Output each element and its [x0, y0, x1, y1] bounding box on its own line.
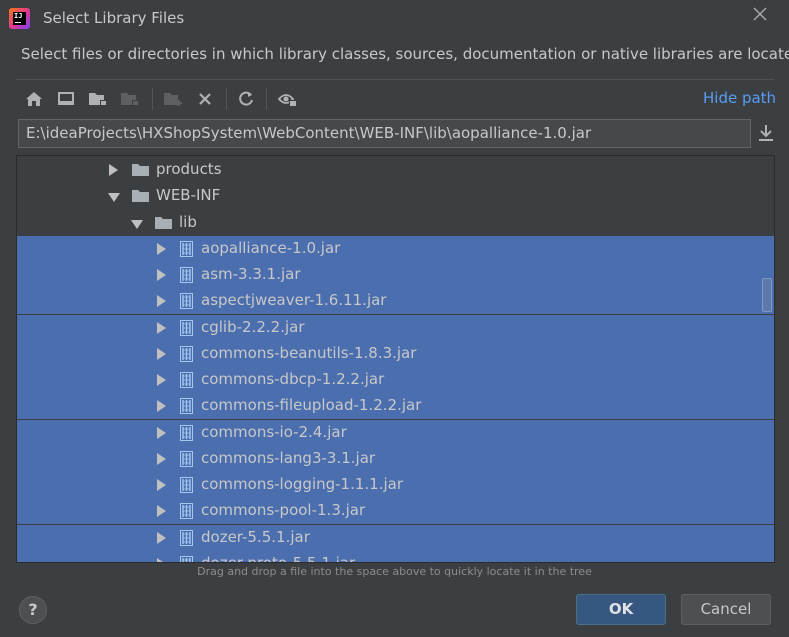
- path-input[interactable]: E:\ideaProjects\HXShopSystem\WebContent\…: [18, 119, 751, 148]
- expand-arrow-right-icon[interactable]: [155, 294, 169, 308]
- desktop-icon[interactable]: [53, 86, 79, 112]
- tree-jar-row[interactable]: asm-3.3.1.jar: [17, 262, 774, 288]
- tree-item-label: products: [156, 160, 222, 178]
- tree-folder-row[interactable]: lib: [17, 210, 774, 236]
- expand-arrow-right-icon[interactable]: [155, 478, 169, 492]
- tree-item-label: cglib-2.2.2.jar: [201, 317, 305, 336]
- expand-arrow-right-icon[interactable]: [155, 531, 169, 545]
- expand-arrow-down-icon[interactable]: [107, 189, 121, 203]
- show-hidden-icon[interactable]: [275, 86, 301, 112]
- tree-jar-row[interactable]: commons-io-2.4.jar: [17, 419, 774, 446]
- tree-item-label: commons-io-2.4.jar: [201, 422, 347, 441]
- divider: [16, 79, 774, 80]
- title-bar: IJ Select Library Files: [0, 0, 789, 37]
- tree-item-label: commons-fileupload-1.2.2.jar: [201, 396, 422, 415]
- expand-arrow-right-icon[interactable]: [155, 347, 169, 361]
- jar-icon: [180, 503, 193, 520]
- folder-icon: [132, 189, 150, 203]
- dialog-description: Select files or directories in which lib…: [21, 45, 789, 63]
- tree-jar-row[interactable]: commons-logging-1.1.1.jar: [17, 472, 774, 498]
- tree-jar-row[interactable]: commons-pool-1.3.jar: [17, 498, 774, 525]
- expand-arrow-right-icon[interactable]: [107, 163, 121, 177]
- refresh-icon[interactable]: [233, 86, 259, 112]
- expand-arrow-right-icon[interactable]: [155, 504, 169, 518]
- ok-button[interactable]: OK: [576, 594, 666, 625]
- tree-folder-row[interactable]: WEB-INF: [17, 183, 774, 209]
- toolbar-separator: [266, 88, 267, 110]
- drag-drop-hint: Drag and drop a file into the space abov…: [197, 565, 592, 578]
- tree-scrollbar-thumb[interactable]: [762, 278, 772, 312]
- expand-arrow-right-icon[interactable]: [155, 399, 169, 413]
- new-folder-icon[interactable]: [160, 86, 186, 112]
- expand-arrow-right-icon[interactable]: [155, 268, 169, 282]
- file-tree[interactable]: products WEB-INF lib aopalliance-1.0.jar asm…: [16, 155, 775, 563]
- tree-item-label: lib: [179, 212, 197, 231]
- tree-item-label: WEB-INF: [156, 186, 221, 205]
- jar-icon: [180, 267, 193, 283]
- cancel-button[interactable]: Cancel: [681, 594, 771, 625]
- toolbar-separator: [152, 88, 153, 110]
- file-chooser-toolbar: [20, 86, 780, 112]
- jar-icon: [180, 477, 193, 493]
- module-folder-icon[interactable]: [117, 86, 143, 112]
- folder-icon: [132, 163, 150, 177]
- folder-icon: [155, 216, 173, 230]
- hide-path-link[interactable]: Hide path: [703, 89, 776, 107]
- download-icon[interactable]: [755, 122, 777, 144]
- tree-item-label: commons-beanutils-1.8.3.jar: [201, 343, 417, 362]
- tree-jar-row[interactable]: aspectjweaver-1.6.11.jar: [17, 288, 774, 315]
- toolbar-separator: [226, 88, 227, 110]
- tree-item-label: commons-pool-1.3.jar: [201, 501, 366, 520]
- tree-jar-row[interactable]: commons-lang3-3.1.jar: [17, 445, 774, 472]
- jar-icon: [180, 293, 193, 310]
- home-icon[interactable]: [21, 86, 47, 112]
- expand-arrow-right-icon[interactable]: [155, 321, 169, 335]
- tree-jar-row[interactable]: commons-beanutils-1.8.3.jar: [17, 340, 774, 367]
- jar-icon: [180, 424, 193, 441]
- tree-item-label: dozer-5.5.1.jar: [201, 527, 310, 546]
- dialog-title: Select Library Files: [43, 9, 185, 27]
- help-button[interactable]: ?: [19, 596, 47, 624]
- tree-jar-row[interactable]: cglib-2.2.2.jar: [17, 314, 774, 341]
- intellij-app-icon: IJ: [9, 8, 30, 29]
- jar-icon: [180, 345, 193, 362]
- expand-arrow-right-icon[interactable]: [155, 242, 169, 256]
- expand-arrow-right-icon[interactable]: [155, 557, 169, 562]
- jar-icon: [180, 240, 193, 257]
- expand-arrow-right-icon[interactable]: [155, 452, 169, 466]
- close-icon[interactable]: [749, 6, 771, 28]
- tree-item-label: asm-3.3.1.jar: [201, 265, 301, 283]
- jar-icon: [180, 529, 193, 546]
- jar-icon: [180, 450, 193, 467]
- jar-icon: [180, 319, 193, 336]
- tree-item-label: dozer-proto-5.5.1.jar: [201, 553, 356, 563]
- expand-arrow-down-icon[interactable]: [130, 216, 144, 230]
- tree-jar-row[interactable]: aopalliance-1.0.jar: [17, 235, 774, 262]
- tree-item-label: aspectjweaver-1.6.11.jar: [201, 291, 387, 310]
- project-folder-icon[interactable]: [85, 86, 111, 112]
- tree-item-label: aopalliance-1.0.jar: [201, 238, 341, 257]
- jar-icon: [180, 555, 193, 562]
- expand-arrow-right-icon[interactable]: [155, 426, 169, 440]
- tree-jar-row[interactable]: commons-dbcp-1.2.2.jar: [17, 367, 774, 393]
- tree-item-label: commons-lang3-3.1.jar: [201, 448, 376, 467]
- jar-icon: [180, 398, 193, 415]
- tree-jar-row[interactable]: dozer-proto-5.5.1.jar: [17, 550, 774, 563]
- tree-jar-row[interactable]: commons-fileupload-1.2.2.jar: [17, 393, 774, 420]
- tree-item-label: commons-logging-1.1.1.jar: [201, 475, 404, 493]
- tree-folder-row[interactable]: products: [17, 157, 774, 183]
- delete-icon[interactable]: [192, 86, 218, 112]
- expand-arrow-right-icon[interactable]: [155, 373, 169, 387]
- tree-item-label: commons-dbcp-1.2.2.jar: [201, 370, 385, 388]
- jar-icon: [180, 372, 193, 388]
- tree-jar-row[interactable]: dozer-5.5.1.jar: [17, 524, 774, 551]
